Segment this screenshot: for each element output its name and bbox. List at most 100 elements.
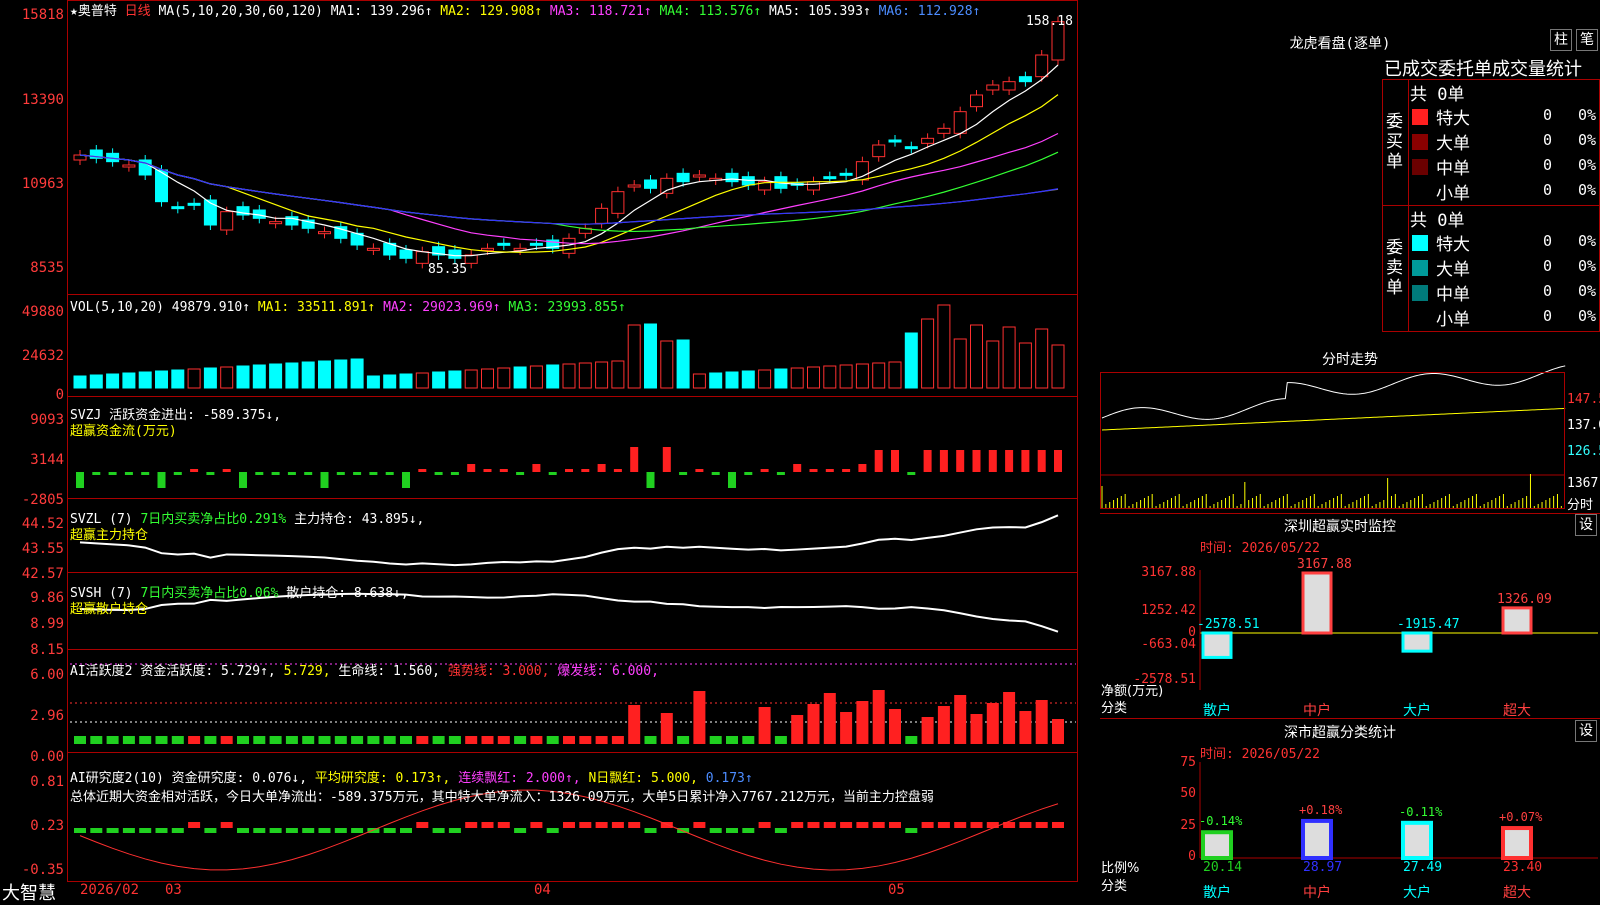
activity-bar	[742, 736, 755, 744]
svsh-val: 散户持仓: 8.638↓,	[286, 586, 409, 601]
svzj-bar	[336, 472, 345, 475]
vol-ma3: MA3: 23993.855↑	[508, 300, 626, 315]
activity-bar	[563, 736, 575, 744]
candle-body	[171, 206, 185, 210]
volume-bar	[611, 360, 625, 389]
svzj-bar	[1021, 450, 1030, 472]
sz-bar-label: -1915.47	[1397, 617, 1460, 632]
activity-bar	[530, 736, 543, 744]
volume-bar	[529, 365, 543, 389]
sz-class-settings-button[interactable]: 设	[1575, 720, 1597, 742]
research-bar	[514, 828, 527, 833]
activity-bar	[872, 690, 885, 744]
activity-bar	[497, 736, 510, 744]
volume-bar	[872, 362, 886, 389]
svsh-tick-2: 8.99	[30, 616, 64, 632]
svzj-bar	[304, 472, 313, 475]
ai1-tick-2: 2.96	[30, 708, 64, 724]
tick-view-button[interactable]: 笔	[1576, 29, 1598, 51]
sz-bar-中户	[1301, 571, 1333, 635]
sz-monitor-settings-button[interactable]: 设	[1575, 514, 1597, 536]
svzj-bar	[434, 472, 443, 475]
research-bar	[383, 828, 396, 833]
volume-bar	[807, 366, 820, 389]
ai1-header: AI活跃度2 资金活跃度: 5.729↑, 5.729, 生命线: 1.560,…	[70, 660, 659, 679]
bar-view-button[interactable]: 柱	[1550, 29, 1572, 51]
brand-logo[interactable]: 大智慧	[2, 879, 56, 905]
cls-category-label: 中户	[1303, 885, 1331, 901]
activity-bar	[823, 693, 836, 744]
research-bar	[742, 828, 755, 833]
svzj-bar	[907, 472, 916, 475]
research-bar	[693, 822, 706, 828]
research-bar	[90, 828, 103, 833]
activity-bar	[334, 736, 347, 744]
period-label[interactable]: 日线	[125, 4, 151, 19]
date-axis-3: 05	[888, 882, 905, 898]
sell-row-name: 小单	[1436, 310, 1470, 330]
svzl-val: 主力持仓: 43.895↓,	[294, 512, 425, 527]
price-tick-2: 13390	[21, 92, 64, 108]
volume-bar	[578, 362, 592, 389]
volume-bar	[888, 361, 902, 389]
research-bar	[188, 822, 201, 828]
svzj-bar	[1037, 450, 1046, 472]
ai1-v2: 5.729,	[283, 664, 331, 679]
volume-bar	[660, 340, 674, 389]
activity-bar	[970, 714, 983, 744]
cls-cat-tag: 分类	[1101, 879, 1128, 894]
stock-name[interactable]: 奥普特	[78, 4, 117, 19]
volume-bar	[1051, 344, 1065, 389]
svzj-bar	[190, 469, 199, 472]
svsh-tick-3: 8.15	[30, 642, 64, 658]
research-bar	[758, 822, 771, 828]
activity-bar	[611, 736, 624, 744]
vol-tick-1: 49880	[21, 304, 64, 320]
research-bar	[563, 822, 575, 828]
volume-bar	[692, 373, 706, 389]
sell-swatch	[1412, 260, 1428, 276]
volume-bar	[171, 369, 185, 389]
candle-body	[839, 172, 853, 176]
svzl-desc: 7日内买卖净占比0.291%	[140, 512, 287, 527]
ma4-value: MA4: 113.576↑	[659, 4, 762, 19]
volume-bar	[301, 361, 315, 389]
research-bar	[595, 822, 608, 828]
activity-bar	[791, 715, 804, 744]
price-tick-3: 10963	[21, 176, 64, 192]
svzj-tick-3: -2805	[21, 492, 64, 508]
vol-title: VOL(5,10,20)	[70, 300, 164, 315]
cls-tick-1: 75	[1180, 755, 1196, 770]
intraday-vol-tick: 1367	[1567, 476, 1599, 491]
research-bar	[351, 828, 364, 833]
research-bar	[791, 822, 804, 828]
buy-swatch	[1412, 134, 1428, 150]
ai2-v1: 资金研究度: 0.076↓,	[171, 771, 308, 786]
research-bar	[465, 822, 478, 828]
research-bar	[220, 822, 233, 828]
sz-category-label: 中户	[1303, 703, 1331, 719]
volume-bar	[1035, 328, 1049, 389]
activity-bar	[677, 736, 690, 744]
volume-bar	[855, 363, 869, 389]
star-icon[interactable]: ★	[70, 4, 78, 19]
activity-bar	[937, 706, 950, 744]
research-bar	[400, 828, 412, 833]
svzj-bar	[695, 469, 704, 472]
svzj-bar	[630, 447, 639, 472]
intraday-tick-3: 126.5	[1567, 444, 1600, 459]
candle-body	[497, 242, 511, 246]
stock-header: ★奥普特 日线 MA(5,10,20,30,60,120) MA1: 139.2…	[70, 0, 980, 19]
buy-row-p: 0%	[1578, 156, 1597, 174]
intraday-panel[interactable]	[1100, 372, 1565, 509]
svzj-bar	[988, 450, 997, 472]
vol-value: 49879.910↑	[171, 300, 251, 315]
svzj-bar	[1054, 450, 1062, 472]
svzj-bar	[646, 472, 655, 488]
volume-bar	[236, 365, 250, 389]
svzj-bar	[532, 464, 541, 472]
sz-divider	[1100, 513, 1600, 514]
activity-bar	[465, 736, 478, 744]
volume-bar	[464, 369, 478, 389]
volume-bar	[627, 324, 641, 389]
